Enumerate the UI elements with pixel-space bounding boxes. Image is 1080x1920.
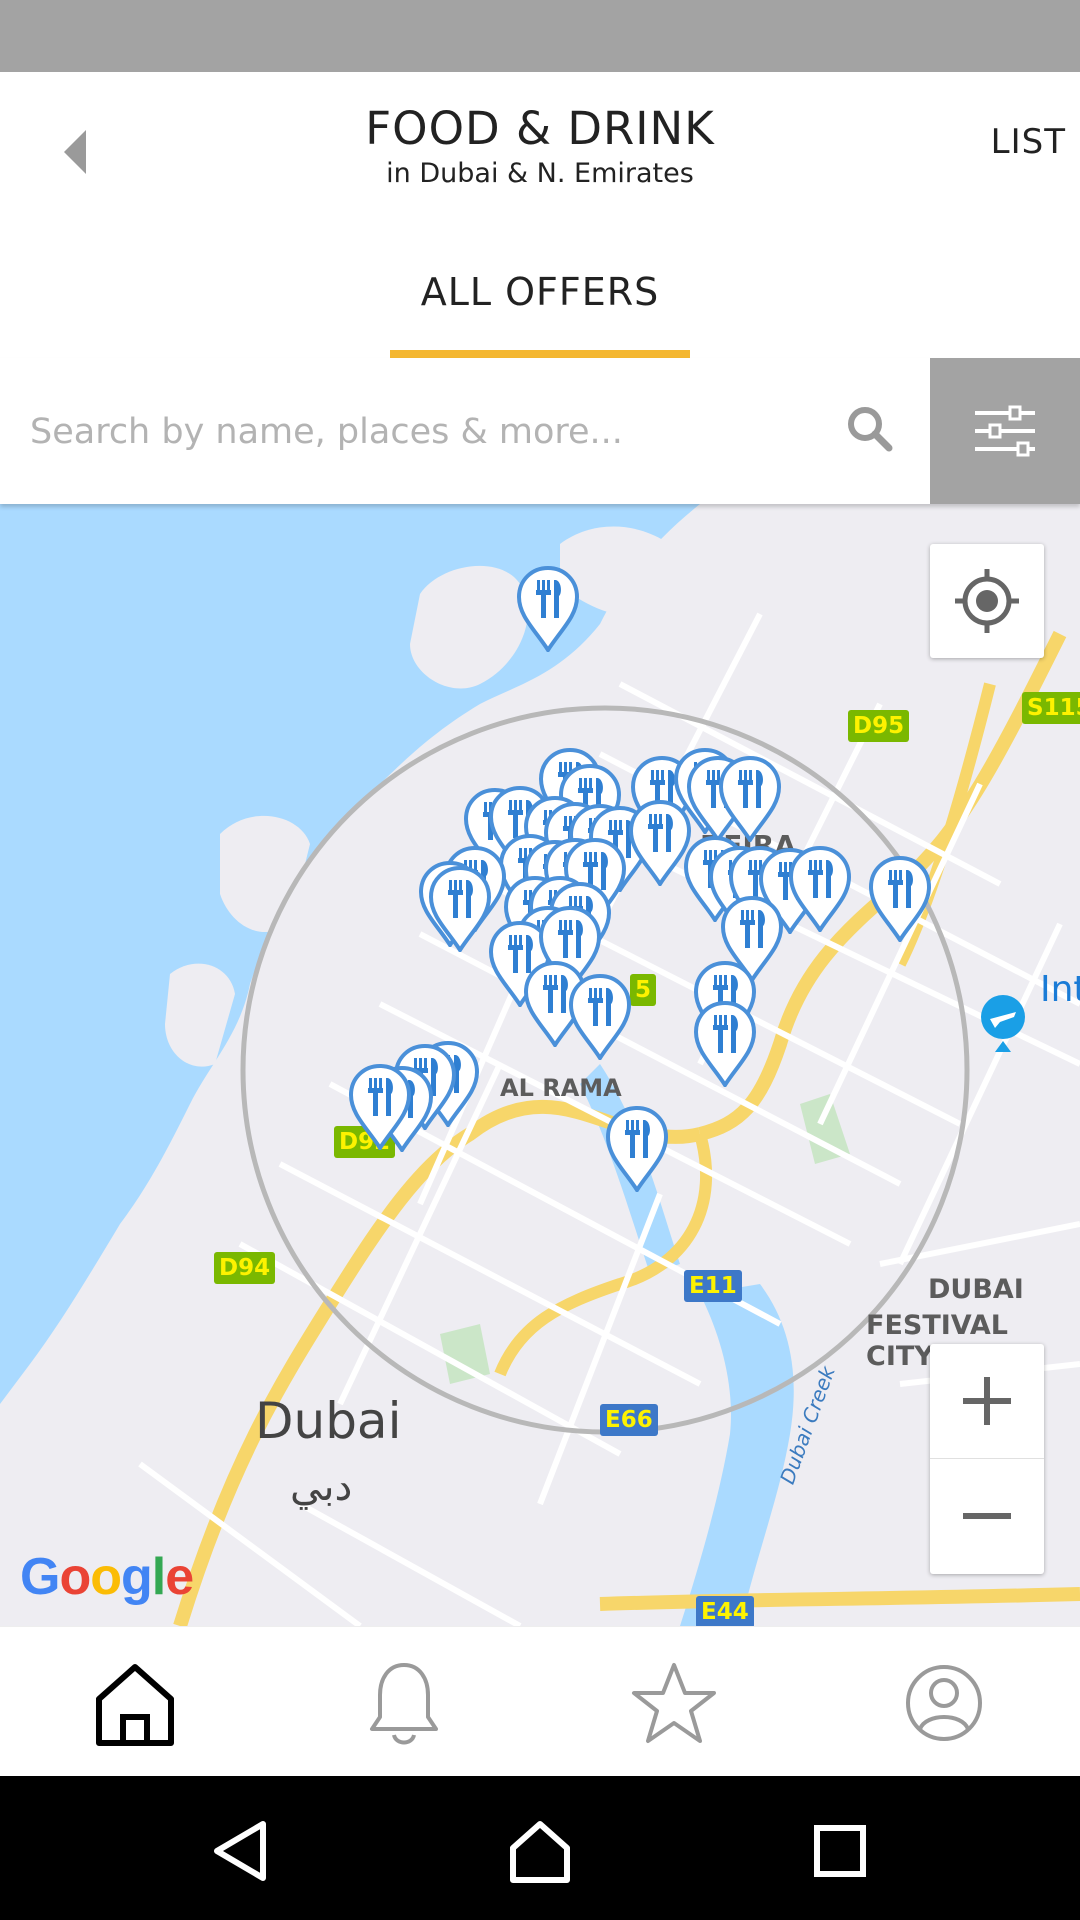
back-triangle-icon [64,130,86,174]
road-shield-e66: E66 [600,1404,658,1436]
restaurant-pin[interactable] [567,972,633,1062]
fork-knife-pin-icon [568,973,632,1062]
search-button[interactable] [845,404,895,454]
restaurant-pin[interactable] [347,1062,413,1152]
star-icon [632,1663,716,1743]
app-header: FOOD & DRINK in Dubai & N. Emirates LIST [0,72,1080,232]
fork-knife-pin-icon [348,1063,412,1152]
nav-notifications[interactable] [354,1655,454,1751]
zoom-in-button[interactable] [930,1344,1044,1459]
road-shield-e11: E11 [684,1270,742,1302]
page-subtitle: in Dubai & N. Emirates [386,158,694,189]
zoom-control [930,1344,1044,1574]
list-view-button[interactable]: LIST [991,122,1066,162]
system-home-button[interactable] [505,1816,575,1886]
fork-knife-pin-icon [788,845,852,934]
system-navigation-bar [0,1776,1080,1920]
road-shield-s115: S115 [1022,692,1080,724]
map-view[interactable]: Dubai دبي DEIRA AL RAMA DUBAI FESTIVAL C… [0,504,1080,1626]
district-label-festival-city-1: DUBAI [928,1274,1024,1305]
my-location-button[interactable] [930,544,1044,658]
tab-label: ALL OFFERS [420,270,660,314]
nav-profile[interactable] [894,1655,994,1751]
restaurant-pin[interactable] [867,854,933,944]
district-label-al-rama: AL RAMA [500,1074,622,1102]
zoom-out-button[interactable] [930,1459,1044,1573]
nav-home[interactable] [85,1655,185,1751]
road-shield-d85: 5 [630,974,657,1006]
plus-icon [963,1377,1011,1425]
map-base [0,504,1080,1626]
tab-bar: ALL OFFERS [0,232,1080,360]
back-button[interactable] [52,122,102,182]
city-label-dubai-arabic: دبي [290,1464,353,1510]
search-icon [848,407,893,452]
restaurant-pin[interactable] [515,564,581,654]
filter-button[interactable] [930,358,1080,504]
bell-icon [370,1663,438,1745]
user-icon [906,1665,982,1741]
fork-knife-pin-icon [693,1000,757,1089]
restaurant-pin[interactable] [787,844,853,934]
fork-knife-pin-icon [868,855,932,944]
fork-knife-pin-icon [516,565,580,654]
fork-knife-pin-icon [428,865,492,954]
system-recents-icon [814,1825,866,1877]
title-block: FOOD & DRINK in Dubai & N. Emirates [240,102,840,192]
tab-all-offers[interactable]: ALL OFFERS [390,232,690,358]
fork-knife-pin-icon [605,1105,669,1194]
my-location-icon [955,569,1019,633]
restaurant-pin[interactable] [692,999,758,1089]
search-input[interactable] [28,398,822,466]
nav-favorites[interactable] [624,1655,724,1751]
system-back-icon [214,1821,266,1881]
system-recents-button[interactable] [805,1816,875,1886]
fork-knife-pin-icon [718,755,782,844]
road-shield-e44: E44 [696,1596,754,1626]
restaurant-pin[interactable] [717,754,783,844]
filter-sliders-icon [975,405,1035,457]
restaurant-pin[interactable] [604,1104,670,1194]
restaurant-pin[interactable] [427,864,493,954]
minus-icon [963,1513,1011,1519]
system-back-button[interactable] [205,1816,275,1886]
airport-label: Int [1040,969,1080,1010]
city-label-dubai: Dubai [255,1392,402,1450]
active-tab-indicator [390,350,690,358]
home-icon [96,1664,174,1746]
status-bar [0,0,1080,72]
page-title: FOOD & DRINK [365,102,715,155]
search-bar [0,358,1080,504]
road-shield-d95: D95 [848,710,910,742]
system-home-icon [510,1821,570,1883]
bottom-navigation [0,1626,1080,1777]
google-logo: Google [20,1548,194,1606]
road-shield-d94: D94 [214,1252,276,1284]
